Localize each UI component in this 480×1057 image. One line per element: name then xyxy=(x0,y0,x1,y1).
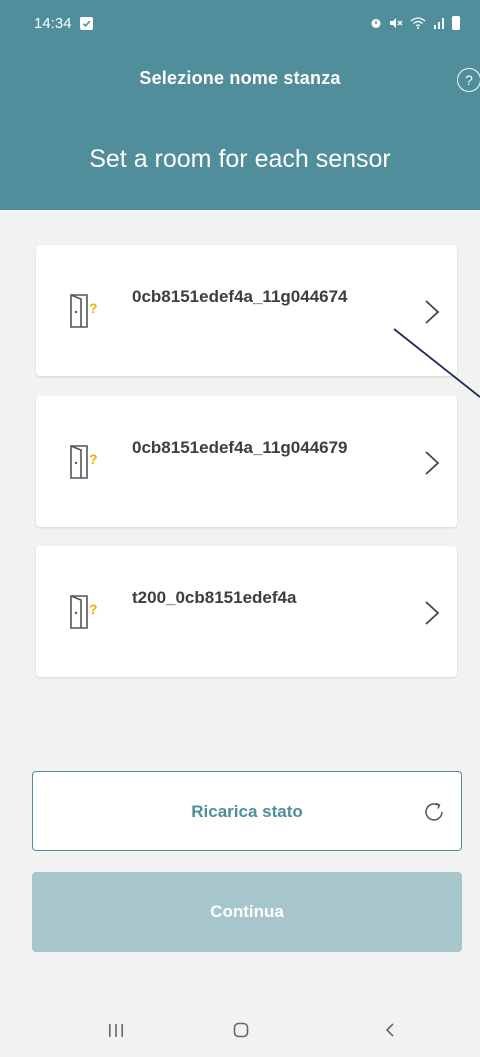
system-nav-bar xyxy=(0,1005,480,1057)
continue-label: Continua xyxy=(210,902,284,921)
continue-button[interactable]: Continua xyxy=(32,872,462,952)
recent-apps-button[interactable] xyxy=(96,1015,136,1045)
svg-text:?: ? xyxy=(89,601,98,617)
sensor-card[interactable]: ? t200_0cb8151edef4a xyxy=(36,546,457,677)
door-question-icon: ? xyxy=(70,595,98,629)
back-button[interactable] xyxy=(370,1015,410,1045)
reload-status-label: Ricarica stato xyxy=(191,802,303,821)
back-icon xyxy=(385,1023,394,1037)
recent-apps-icon xyxy=(109,1024,123,1037)
reload-status-button[interactable]: Ricarica stato xyxy=(32,771,462,851)
help-button[interactable]: ? xyxy=(457,68,480,92)
svg-text:?: ? xyxy=(89,451,98,467)
refresh-icon xyxy=(425,802,443,821)
door-question-icon: ? xyxy=(70,445,98,479)
sensor-name: 0cb8151edef4a_11g044674 xyxy=(132,287,348,306)
chevron-right-icon xyxy=(425,601,440,625)
notification-check-icon xyxy=(79,16,93,30)
sensor-card[interactable]: ? 0cb8151edef4a_11g044679 xyxy=(36,396,457,527)
sensor-name: 0cb8151edef4a_11g044679 xyxy=(132,438,348,457)
battery-icon xyxy=(452,16,460,30)
signal-icon xyxy=(434,18,444,29)
svg-text:?: ? xyxy=(89,300,98,316)
header: Selezione nome stanza ? Set a room for e… xyxy=(0,46,480,210)
home-icon xyxy=(233,1022,249,1038)
sensor-name: t200_0cb8151edef4a xyxy=(132,588,297,607)
status-time: 14:34 xyxy=(34,14,72,32)
chevron-right-icon xyxy=(425,451,440,475)
page-subtitle: Set a room for each sensor xyxy=(89,145,391,173)
annotation-pointer-line xyxy=(393,328,480,398)
page-title: Selezione nome stanza xyxy=(139,68,341,88)
status-bar: 14:34 xyxy=(0,0,480,46)
help-icon: ? xyxy=(465,72,473,88)
home-button[interactable] xyxy=(221,1015,261,1045)
alarm-icon xyxy=(371,19,381,28)
wifi-icon xyxy=(410,17,426,29)
status-icons xyxy=(370,16,460,30)
door-question-icon: ? xyxy=(70,294,98,328)
mute-icon xyxy=(390,18,403,28)
status-left: 14:34 xyxy=(34,15,93,32)
